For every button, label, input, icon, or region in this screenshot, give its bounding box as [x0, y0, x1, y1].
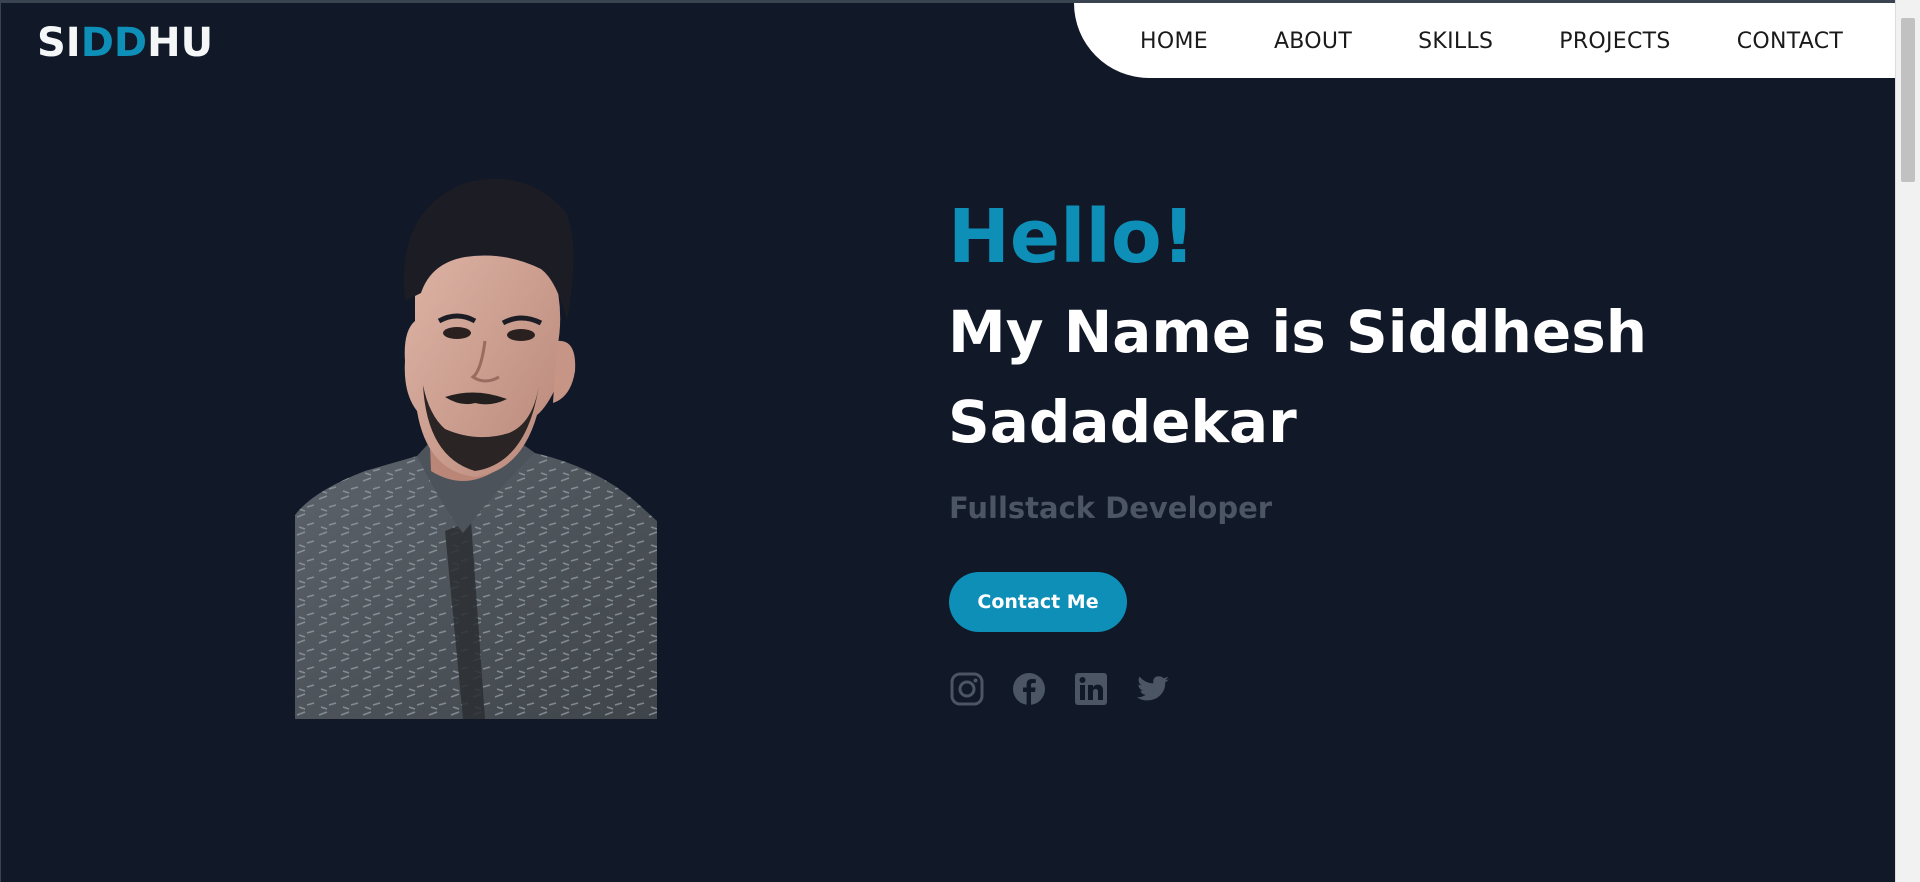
nav-item-projects[interactable]: PROJECTS [1559, 27, 1670, 57]
contact-me-button[interactable]: Contact Me [949, 572, 1127, 632]
scrollbar-thumb[interactable] [1901, 18, 1915, 182]
page-viewport: SIDDHU HOME ABOUT SKILLS PROJECTS CONTAC… [0, 0, 1895, 882]
logo-part-2: DD [80, 20, 148, 66]
nav-item-about[interactable]: ABOUT [1274, 27, 1352, 57]
main-nav: HOME ABOUT SKILLS PROJECTS CONTACT [1074, 3, 1895, 78]
hero-greeting: Hello! [948, 194, 1196, 280]
logo-part-1: SI [37, 20, 81, 66]
logo-part-3: HU [147, 20, 214, 66]
twitter-icon[interactable] [1135, 671, 1171, 707]
linkedin-icon[interactable] [1073, 671, 1109, 707]
hero-role: Fullstack Developer [949, 491, 1273, 525]
social-links [949, 671, 1197, 707]
nav-item-home[interactable]: HOME [1140, 27, 1208, 57]
nav-item-contact[interactable]: CONTACT [1737, 27, 1843, 57]
vertical-scrollbar[interactable] [1895, 0, 1920, 882]
site-logo[interactable]: SIDDHU [37, 17, 213, 69]
profile-photo [295, 171, 657, 719]
hero-name: My Name is Siddhesh Sadadekar [948, 298, 1648, 456]
facebook-icon[interactable] [1011, 671, 1047, 707]
nav-item-skills[interactable]: SKILLS [1418, 27, 1493, 57]
instagram-icon[interactable] [949, 671, 985, 707]
